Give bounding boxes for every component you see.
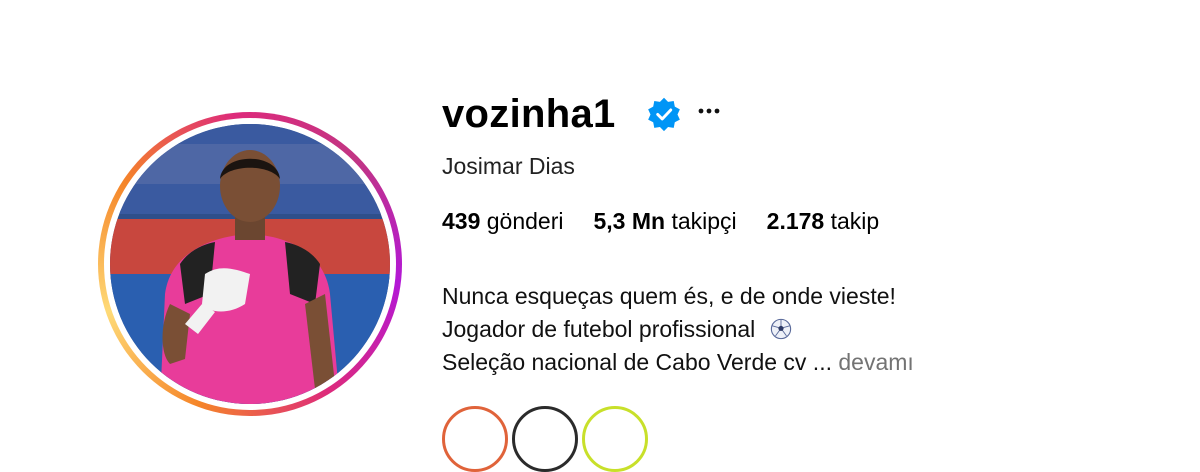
- bio-line-3: Seleção nacional de Cabo Verde cv ...: [442, 349, 832, 375]
- story-highlights: [442, 406, 648, 472]
- highlight-item[interactable]: [512, 406, 578, 472]
- posts-count: 439 gönderi: [442, 208, 564, 235]
- bio-more-link[interactable]: devamı: [838, 349, 913, 375]
- avatar-image: [110, 124, 390, 404]
- more-options-icon: [698, 108, 720, 114]
- profile-avatar[interactable]: [98, 112, 402, 416]
- following-value: 2.178: [766, 208, 825, 234]
- following-link[interactable]: 2.178 takip: [767, 208, 880, 235]
- followers-label: takipçi: [671, 208, 737, 234]
- bio-line-3-row: Seleção nacional de Cabo Verde cv ... de…: [442, 346, 914, 379]
- followers-value: 5,3 Mn: [593, 208, 666, 234]
- verified-badge-icon: [648, 97, 680, 132]
- bio-line-2-row: Jogador de futebol profissional: [442, 313, 914, 346]
- username: vozinha1: [442, 92, 616, 136]
- bio-line-1: Nunca esqueças quem és, e de onde vieste…: [442, 283, 896, 309]
- avatar-photo: [110, 124, 390, 404]
- bio-line-2: Jogador de futebol profissional: [442, 316, 756, 342]
- posts-value: 439: [442, 208, 481, 234]
- highlight-item[interactable]: [442, 406, 508, 472]
- followers-link[interactable]: 5,3 Mn takipçi: [594, 208, 737, 235]
- more-options-button[interactable]: [694, 96, 724, 126]
- bio: Nunca esqueças quem és, e de onde vieste…: [442, 280, 914, 379]
- full-name: Josimar Dias: [442, 153, 575, 179]
- profile-stats: 439 gönderi 5,3 Mn takipçi 2.178 takip: [442, 208, 879, 235]
- highlight-item[interactable]: [582, 406, 648, 472]
- posts-label: gönderi: [486, 208, 564, 234]
- soccer-ball-icon: [770, 318, 791, 340]
- following-label: takip: [830, 208, 880, 234]
